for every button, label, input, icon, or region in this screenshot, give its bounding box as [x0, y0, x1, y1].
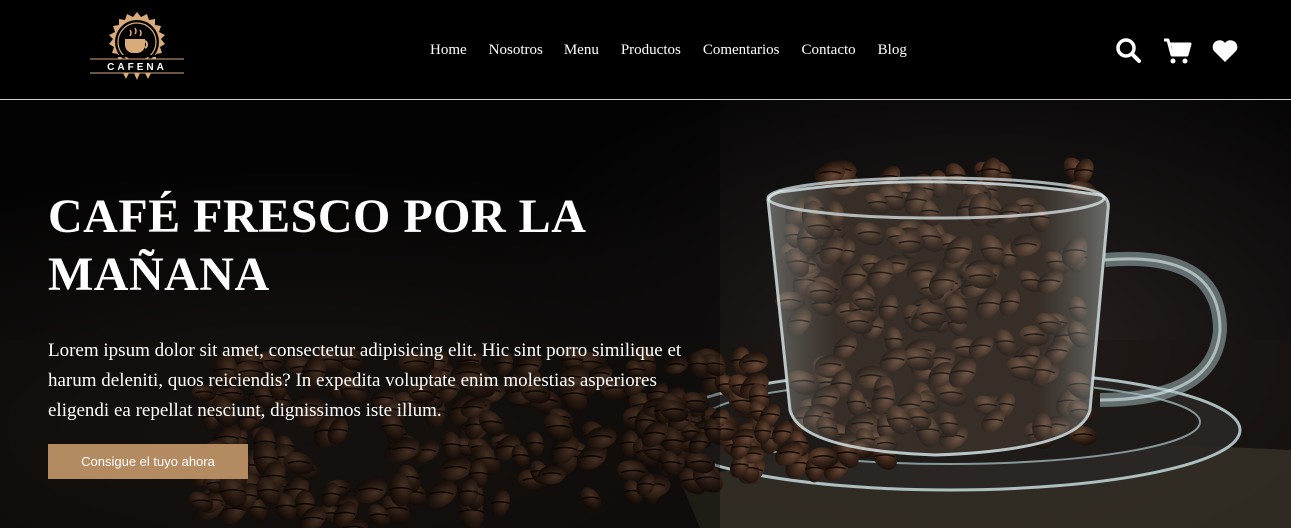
header-icons	[1114, 36, 1240, 66]
cart-icon[interactable]	[1162, 36, 1192, 66]
nav-home[interactable]: Home	[430, 40, 467, 60]
nav-menu[interactable]: Menu	[564, 40, 599, 60]
hero-description: Lorem ipsum dolor sit amet, consectetur …	[48, 340, 682, 421]
search-icon[interactable]	[1114, 36, 1144, 66]
nav-comentarios[interactable]: Comentarios	[703, 40, 780, 60]
get-yours-button[interactable]: Consigue el tuyo ahora	[48, 444, 248, 479]
nav-blog[interactable]: Blog	[878, 40, 907, 60]
hero-title: CAFÉ FRESCO POR LA MAÑANA	[48, 190, 584, 301]
main-nav: Home Nosotros Menu Productos Comentarios…	[430, 40, 929, 60]
cafena-logo[interactable]: CAFENA	[88, 10, 186, 88]
logo-text: CAFENA	[107, 62, 167, 73]
nav-productos[interactable]: Productos	[621, 40, 681, 60]
hero-section: CAFÉ FRESCO POR LA MAÑANA Lorem ipsum do…	[0, 100, 1291, 528]
site-header: CAFENA Home Nosotros Menu Productos Come…	[0, 0, 1291, 100]
heart-icon[interactable]	[1210, 36, 1240, 66]
nav-nosotros[interactable]: Nosotros	[489, 40, 543, 60]
nav-contacto[interactable]: Contacto	[802, 40, 856, 60]
